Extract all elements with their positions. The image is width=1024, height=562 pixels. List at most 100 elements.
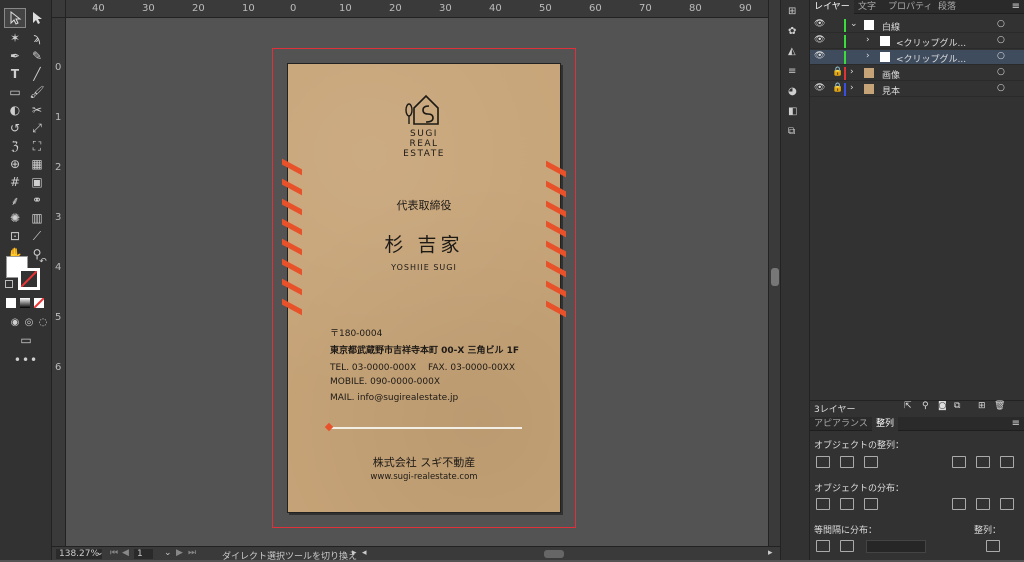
- selection-tool-icon[interactable]: [4, 8, 26, 28]
- next-artboard-icon[interactable]: ▶: [176, 548, 183, 558]
- horizontal-spacing-icon[interactable]: [840, 540, 854, 552]
- lasso-tool-icon[interactable]: ϡ: [26, 28, 48, 48]
- expand-chevron-icon[interactable]: ›: [866, 35, 870, 45]
- transparency-icon[interactable]: ◧: [788, 106, 804, 120]
- tab-paragraph[interactable]: 段落: [934, 0, 960, 14]
- new-sublayer-icon[interactable]: ⧉: [954, 401, 960, 411]
- column-graph-tool-icon[interactable]: ▥: [26, 208, 48, 228]
- business-card[interactable]: SUGI REAL ESTATE 代表取締役 杉 吉家 YOSHIIE SUGI…: [282, 63, 566, 513]
- clipping-mask-icon[interactable]: ◙: [938, 401, 947, 411]
- export-icon[interactable]: ⇱: [904, 401, 912, 411]
- pathfinder-icon[interactable]: ⧉: [788, 126, 804, 140]
- tab-appearance[interactable]: アピアランス: [810, 417, 872, 431]
- gradient-mode-icon[interactable]: [20, 298, 30, 308]
- distribute-hcenter-icon[interactable]: [976, 498, 990, 510]
- locate-object-icon[interactable]: ⚲: [922, 401, 929, 411]
- eyedropper-tool-icon[interactable]: ⸙: [4, 190, 26, 210]
- first-artboard-icon[interactable]: ⏮: [110, 548, 118, 558]
- pen-tool-icon[interactable]: ✒: [4, 46, 26, 66]
- lock-icon[interactable]: 🔒: [832, 67, 843, 77]
- warp-tool-icon[interactable]: ℨ: [4, 136, 26, 156]
- tab-properties[interactable]: プロパティ: [884, 0, 936, 14]
- scissors-tool-icon[interactable]: ✂: [26, 100, 48, 120]
- new-layer-icon[interactable]: ⊞: [978, 401, 986, 411]
- curvature-tool-icon[interactable]: ✎: [26, 46, 48, 66]
- layer-name[interactable]: 白線: [882, 20, 900, 33]
- distribute-bottom-icon[interactable]: [864, 498, 878, 510]
- color-mode-icon[interactable]: [6, 298, 16, 308]
- visibility-eye-icon[interactable]: 👁: [814, 51, 825, 61]
- align-to-selection-icon[interactable]: [986, 540, 1000, 552]
- tab-character[interactable]: 文字: [854, 0, 880, 14]
- expand-chevron-icon[interactable]: ›: [850, 83, 854, 93]
- target-circle-icon[interactable]: ○: [997, 35, 1005, 45]
- type-tool-icon[interactable]: T: [4, 64, 26, 84]
- delete-layer-icon[interactable]: 🗑: [994, 401, 1005, 411]
- none-mode-icon[interactable]: [34, 298, 44, 308]
- rectangle-tool-icon[interactable]: ▭: [4, 82, 26, 102]
- align-left-icon[interactable]: [816, 456, 830, 468]
- vertical-scrollbar[interactable]: [768, 0, 780, 546]
- paintbrush-tool-icon[interactable]: 🖌: [26, 82, 48, 102]
- perspective-grid-tool-icon[interactable]: ▦: [26, 154, 48, 174]
- swap-fill-stroke-icon[interactable]: ↶: [32, 252, 54, 272]
- layer-row[interactable]: 🔒 › 画像 ○: [810, 66, 1024, 81]
- expand-chevron-icon[interactable]: ›: [866, 51, 870, 61]
- align-hcenter-icon[interactable]: [840, 456, 854, 468]
- target-circle-icon[interactable]: ○: [997, 67, 1005, 77]
- tab-layers[interactable]: レイヤー: [810, 0, 854, 14]
- expand-chevron-icon[interactable]: ›: [850, 67, 854, 77]
- target-circle-icon[interactable]: ○: [997, 83, 1005, 93]
- scale-tool-icon[interactable]: ⤢: [26, 118, 48, 138]
- last-artboard-icon[interactable]: ⏭: [188, 548, 196, 558]
- align-bottom-icon[interactable]: [1000, 456, 1014, 468]
- layer-row[interactable]: 👁 › <クリップグル... ○: [810, 34, 1024, 49]
- target-circle-icon[interactable]: ○: [997, 19, 1005, 29]
- direct-selection-tool-icon[interactable]: [26, 8, 48, 28]
- ruler-origin[interactable]: [52, 0, 66, 18]
- line-tool-icon[interactable]: ╱: [26, 64, 48, 84]
- distribute-left-icon[interactable]: [952, 498, 966, 510]
- layer-name[interactable]: 見本: [882, 84, 900, 97]
- stroke-panel-icon[interactable]: ≡: [788, 66, 804, 80]
- grid-icon[interactable]: ⊞: [788, 6, 804, 20]
- brushes-icon[interactable]: ◭: [788, 46, 804, 60]
- panel-menu-icon[interactable]: ≡: [1012, 418, 1020, 429]
- gradient-tool-icon[interactable]: ▣: [26, 172, 48, 192]
- symbol-sprayer-tool-icon[interactable]: ✺: [4, 208, 26, 228]
- visibility-eye-icon[interactable]: 👁: [814, 83, 825, 93]
- visibility-eye-icon[interactable]: 👁: [814, 35, 825, 45]
- draw-inside-icon[interactable]: ◌: [32, 312, 54, 332]
- layer-row[interactable]: 👁 ⌄ 白線 ○: [810, 18, 1024, 33]
- artboard-tool-icon[interactable]: ⊡: [4, 226, 26, 246]
- tab-align[interactable]: 整列: [872, 417, 899, 431]
- symbols-icon[interactable]: ✿: [788, 26, 804, 40]
- blend-tool-icon[interactable]: ⚭: [26, 190, 48, 210]
- expand-chevron-icon[interactable]: ⌄: [850, 19, 858, 29]
- distribute-top-icon[interactable]: [816, 498, 830, 510]
- distribute-vcenter-icon[interactable]: [840, 498, 854, 510]
- free-transform-tool-icon[interactable]: ⛶: [26, 136, 48, 156]
- hscroll-left-icon[interactable]: ◂: [362, 548, 367, 558]
- spacing-input[interactable]: [866, 540, 926, 553]
- appearance-icon[interactable]: ◕: [788, 86, 804, 100]
- layer-row[interactable]: 👁 🔒 › 見本 ○: [810, 82, 1024, 97]
- screen-mode-icon[interactable]: ▭: [15, 330, 37, 350]
- align-right-icon[interactable]: [864, 456, 878, 468]
- mesh-tool-icon[interactable]: #: [4, 172, 26, 192]
- artboard-dropdown-icon[interactable]: ⌄: [164, 548, 172, 558]
- horizontal-scroll-thumb[interactable]: [544, 550, 564, 558]
- visibility-eye-icon[interactable]: 👁: [814, 19, 825, 29]
- shaper-tool-icon[interactable]: ◐: [4, 100, 26, 120]
- scroll-thumb[interactable]: [771, 268, 779, 286]
- target-circle-icon[interactable]: ○: [997, 51, 1005, 61]
- layer-name[interactable]: <クリップグル...: [896, 36, 966, 49]
- layer-name[interactable]: 画像: [882, 68, 900, 81]
- panel-menu-icon[interactable]: ≡: [1012, 1, 1020, 12]
- lock-icon[interactable]: 🔒: [832, 83, 843, 93]
- distribute-right-icon[interactable]: [1000, 498, 1014, 510]
- align-top-icon[interactable]: [952, 456, 966, 468]
- layer-name[interactable]: <クリップグル...: [896, 52, 966, 65]
- status-arrow-icon[interactable]: ▸: [352, 548, 357, 558]
- layer-row-selected[interactable]: 👁 › <クリップグル... ○: [810, 50, 1024, 65]
